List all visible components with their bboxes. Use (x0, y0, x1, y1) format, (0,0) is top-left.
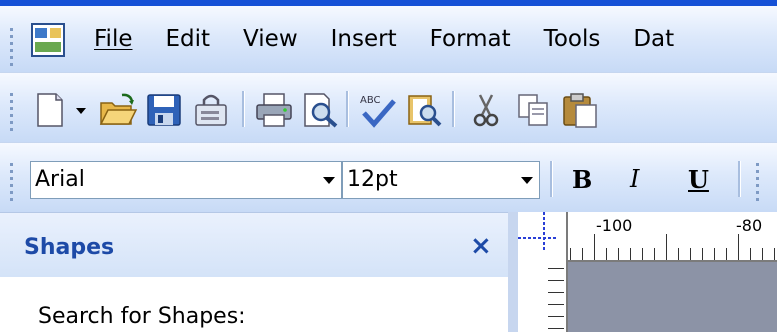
shapes-panel: Shapes × Search for Shapes: (0, 212, 518, 332)
font-name-select[interactable]: Arial (30, 161, 342, 199)
print-preview-icon[interactable] (300, 91, 340, 129)
shapes-panel-title: Shapes (24, 235, 115, 260)
bold-button[interactable]: B (572, 165, 592, 194)
ruler-tick (654, 248, 655, 260)
ruler-tick (548, 268, 564, 269)
formatting-toolbar-grip[interactable] (10, 159, 14, 201)
ruler-label: -100 (596, 216, 633, 235)
menu-data[interactable]: Dat (633, 26, 674, 52)
ruler-tick (690, 248, 691, 260)
ruler-tick (738, 234, 739, 260)
ruler-label: -80 (736, 216, 763, 235)
svg-text:ABC: ABC (360, 95, 381, 106)
font-size-select[interactable]: 12pt (342, 161, 540, 199)
search-for-shapes-label: Search for Shapes: (38, 304, 246, 329)
shapes-panel-header: Shapes × (0, 212, 518, 277)
menu-view[interactable]: View (243, 26, 298, 52)
ruler-tick (594, 234, 595, 260)
toolbar-separator (452, 91, 455, 127)
font-size-value: 12pt (347, 167, 398, 192)
underline-button[interactable]: U (688, 165, 709, 194)
print-icon[interactable] (254, 91, 294, 129)
ruler-tick (582, 248, 583, 260)
permission-icon[interactable] (190, 91, 230, 129)
menu-format[interactable]: Format (430, 26, 511, 52)
ruler-tick (714, 248, 715, 260)
menu-edit[interactable]: Edit (166, 26, 211, 52)
copy-icon[interactable] (514, 91, 554, 129)
ruler-tick (726, 248, 727, 260)
toolbar-separator (738, 161, 741, 197)
new-icon[interactable] (30, 91, 70, 129)
ruler-tick (774, 248, 775, 260)
chevron-down-icon[interactable] (521, 177, 533, 184)
ruler-tick (630, 248, 631, 260)
standard-toolbar-grip[interactable] (10, 89, 14, 131)
open-icon[interactable] (98, 91, 138, 129)
ruler-tick (606, 248, 607, 260)
menu-bar: File Edit View Insert Format Tools Dat (0, 6, 777, 72)
standard-toolbar: ABC (0, 72, 777, 143)
ruler-tick (642, 248, 643, 260)
italic-button[interactable]: I (630, 165, 639, 193)
paste-icon[interactable] (560, 91, 600, 129)
ruler-origin[interactable] (518, 212, 566, 260)
research-icon[interactable] (404, 91, 444, 129)
menubar-grip[interactable] (10, 24, 14, 66)
panel-splitter[interactable] (508, 212, 518, 332)
ruler-tick (548, 316, 564, 317)
ruler-tick (750, 248, 751, 260)
ruler-tick (762, 248, 763, 260)
formatting-toolbar: Arial 12pt B I U (0, 142, 777, 213)
ruler-tick (548, 328, 564, 329)
toolbar-separator (346, 91, 349, 127)
save-icon[interactable] (144, 91, 184, 129)
cut-icon[interactable] (466, 91, 506, 129)
toolbar-separator (242, 91, 245, 127)
toolbar-grip[interactable] (756, 159, 760, 201)
ruler-origin-guides-icon (518, 212, 558, 252)
ruler-tick (618, 248, 619, 260)
ruler-tick (570, 248, 571, 260)
app-document-icon[interactable] (30, 22, 66, 58)
ruler-tick (548, 304, 564, 305)
ruler-tick (548, 280, 564, 281)
chevron-down-icon[interactable] (323, 177, 335, 184)
menu-file[interactable]: File (94, 26, 133, 52)
spelling-icon[interactable]: ABC (356, 91, 400, 129)
ruler-tick (702, 248, 703, 260)
close-icon[interactable]: × (470, 231, 492, 261)
ruler-tick (678, 248, 679, 260)
font-name-value: Arial (35, 167, 85, 192)
ruler-tick (666, 234, 667, 260)
toolbar-separator (550, 161, 553, 197)
menu-insert[interactable]: Insert (331, 26, 397, 52)
menu-tools[interactable]: Tools (544, 26, 601, 52)
new-dropdown-arrow-icon[interactable] (72, 91, 90, 129)
ruler-tick (548, 292, 564, 293)
